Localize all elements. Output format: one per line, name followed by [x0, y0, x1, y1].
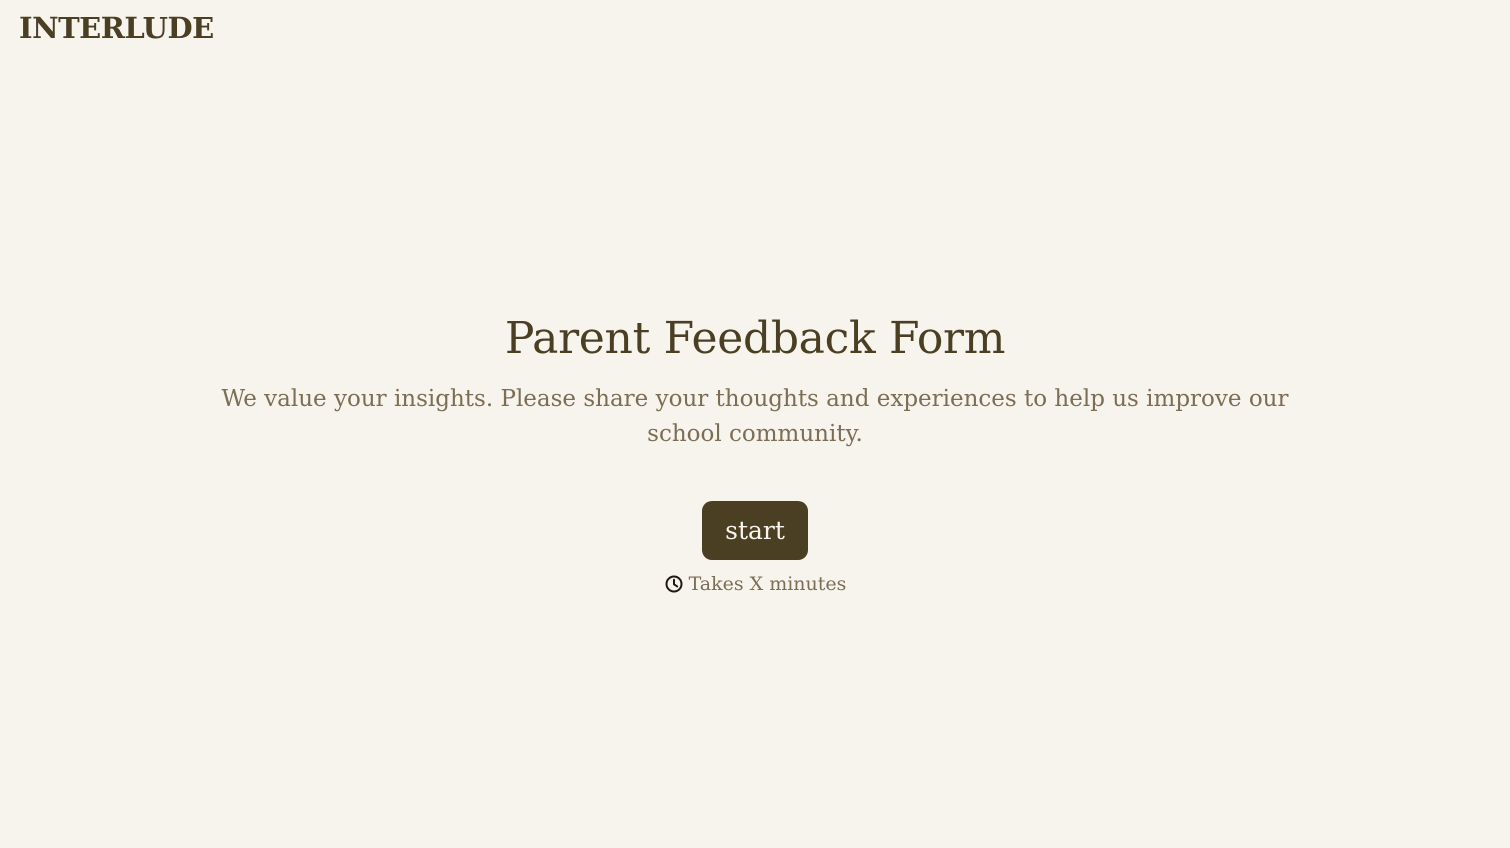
form-description: We value your insights. Please share you…: [221, 386, 1289, 447]
brand-logo[interactable]: INTERLUDE: [19, 10, 214, 46]
duration-text: Takes X minutes: [688, 573, 847, 595]
form-intro: Parent Feedback Form We value your insig…: [0, 312, 1510, 596]
clock-icon: [664, 574, 684, 594]
duration-info: Takes X minutes: [0, 572, 1510, 596]
form-title: Parent Feedback Form: [504, 313, 1006, 364]
start-button[interactable]: start: [702, 501, 808, 560]
